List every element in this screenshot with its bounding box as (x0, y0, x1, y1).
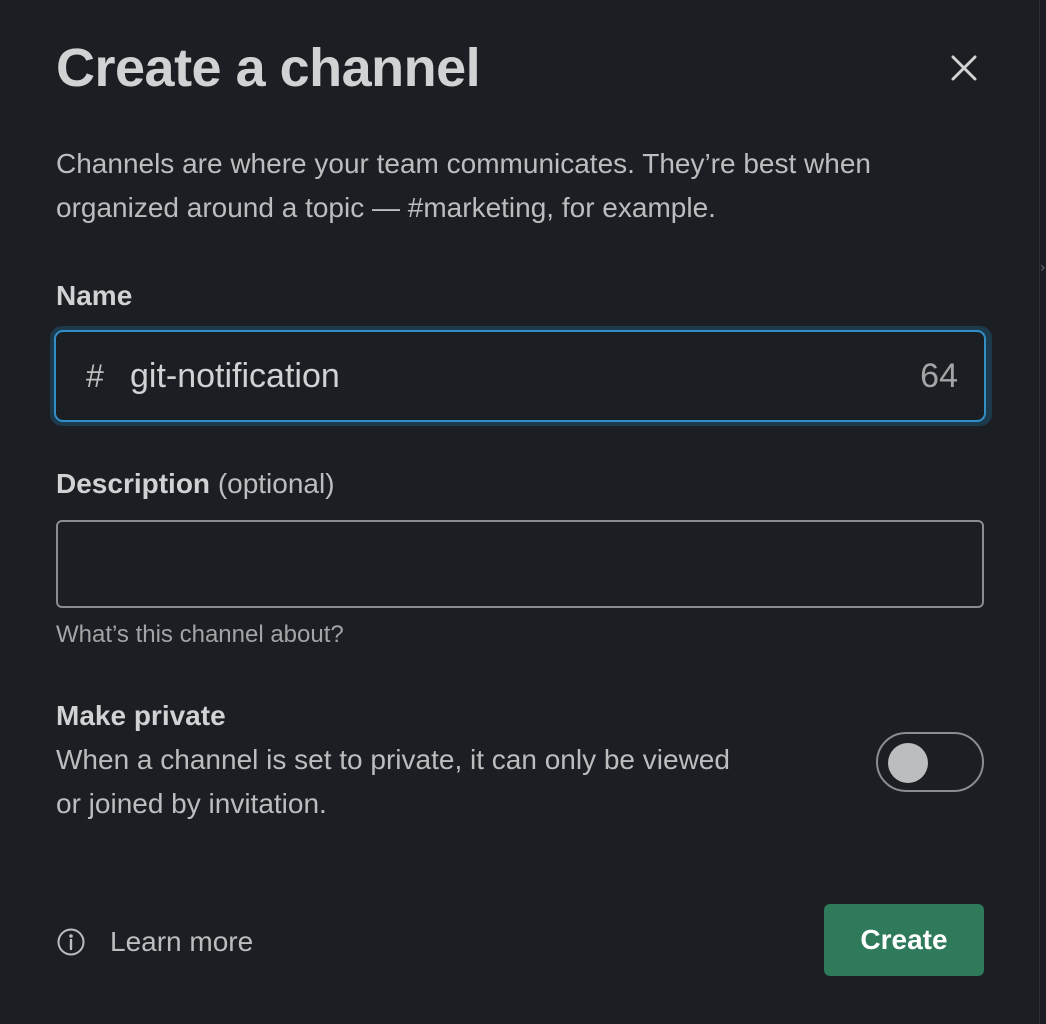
close-button[interactable] (944, 48, 984, 88)
create-button[interactable]: Create (824, 904, 984, 976)
learn-more-label: Learn more (110, 926, 254, 957)
make-private-toggle[interactable] (876, 732, 984, 792)
hash-prefix: # (86, 357, 104, 394)
channel-name-field[interactable]: # 64 (54, 330, 986, 422)
edge-chevron-icon: › (1040, 260, 1046, 276)
description-input[interactable] (56, 520, 984, 608)
channel-name-input[interactable] (130, 356, 890, 396)
dialog-title: Create a channel (56, 38, 481, 98)
description-label-text: Description (56, 468, 211, 499)
make-private-description: When a channel is set to private, it can… (56, 744, 730, 819)
make-private-label: Make private (56, 700, 226, 731)
description-label: Description (optional) (56, 466, 335, 502)
learn-more-link[interactable]: Learn more (56, 922, 253, 962)
description-hint: What’s this channel about? (56, 621, 344, 648)
close-icon (951, 55, 977, 81)
dialog-intro: Channels are where your team communicate… (56, 148, 871, 223)
char-counter: 64 (920, 356, 958, 395)
info-icon (56, 927, 86, 957)
name-label: Name (56, 280, 133, 311)
optional-tag: (optional) (217, 468, 335, 499)
toggle-knob (888, 743, 928, 783)
create-channel-dialog: Create a channel Channels are where your… (0, 0, 1040, 1024)
